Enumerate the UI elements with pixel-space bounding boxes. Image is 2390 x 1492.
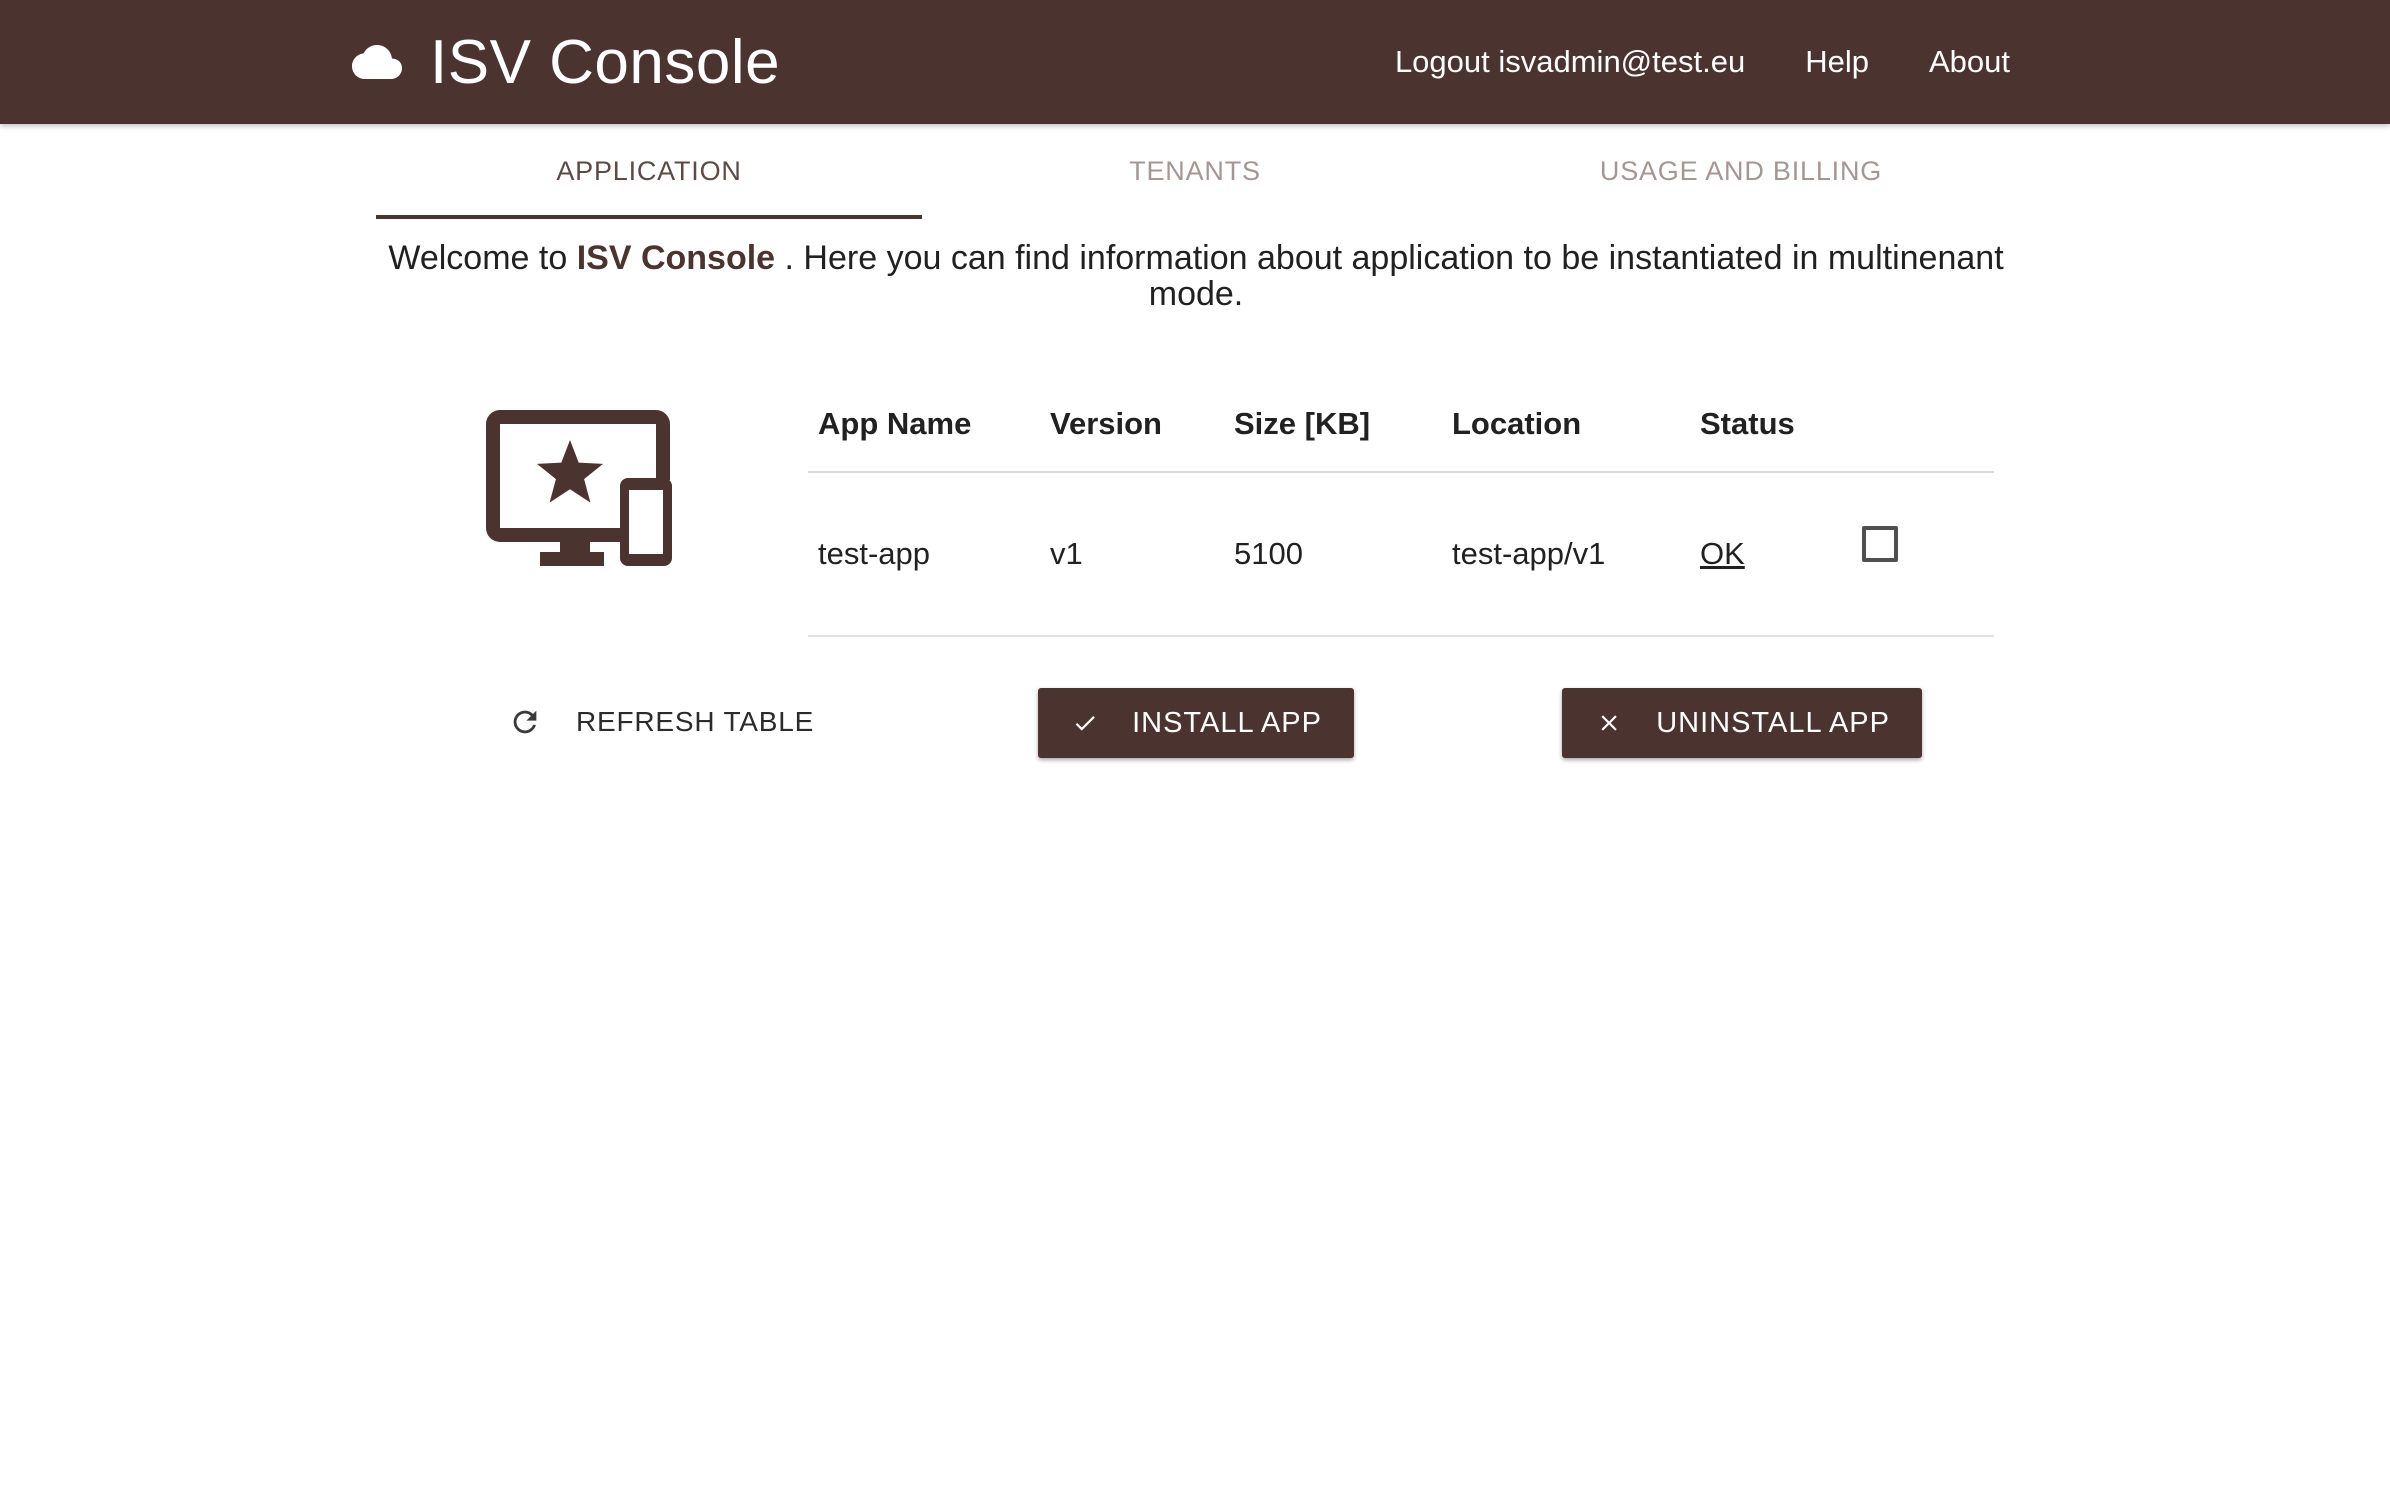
uninstall-app-button[interactable]: UNINSTALL APP <box>1562 688 1922 758</box>
col-version: Version <box>1040 376 1224 473</box>
app-table: App Name Version Size [KB] Location Stat… <box>808 376 1994 637</box>
col-app-name: App Name <box>808 376 1040 473</box>
refresh-label: REFRESH TABLE <box>576 706 815 737</box>
col-status: Status <box>1690 376 1852 473</box>
install-label: INSTALL APP <box>1132 706 1322 739</box>
tab-application[interactable]: APPLICATION <box>376 140 922 220</box>
refresh-icon <box>513 710 537 734</box>
help-link[interactable]: Help <box>1805 44 1869 80</box>
cell-status: OK <box>1690 472 1852 637</box>
cell-location: test-app/v1 <box>1442 472 1690 637</box>
logout-link[interactable]: Logout isvadmin@test.eu <box>1395 44 1745 80</box>
refresh-table-button[interactable]: REFRESH TABLE <box>498 686 824 758</box>
cell-size: 5100 <box>1224 472 1442 637</box>
about-link[interactable]: About <box>1929 44 2010 80</box>
brand: ISV Console <box>350 0 780 124</box>
devices-star-icon <box>486 410 672 566</box>
cell-app-name: test-app <box>808 472 1040 637</box>
col-select <box>1852 376 1994 473</box>
row-select-checkbox[interactable] <box>1862 526 1898 562</box>
uninstall-label: UNINSTALL APP <box>1656 706 1890 739</box>
app-title: ISV Console <box>430 27 781 97</box>
col-location: Location <box>1442 376 1690 473</box>
status-link[interactable]: OK <box>1700 536 1745 571</box>
install-app-button[interactable]: INSTALL APP <box>1038 688 1354 758</box>
app-header: ISV Console Logout isvadmin@test.eu Help… <box>0 0 2390 124</box>
welcome-prefix: Welcome to <box>388 239 568 277</box>
active-tab-indicator <box>376 215 922 219</box>
tab-tenants[interactable]: TENANTS <box>922 140 1468 220</box>
tab-usage-and-billing[interactable]: USAGE AND BILLING <box>1468 140 2014 220</box>
welcome-brand: ISV Console <box>576 239 776 277</box>
header-nav: Logout isvadmin@test.eu Help About <box>1395 0 2010 124</box>
close-icon <box>1601 715 1617 731</box>
welcome-message: Welcome to ISV Console . Here you can fi… <box>376 240 2016 312</box>
col-size: Size [KB] <box>1224 376 1442 473</box>
welcome-suffix: . Here you can find information about ap… <box>784 239 2004 313</box>
cloud-icon <box>352 45 402 79</box>
tab-bar: APPLICATION TENANTS USAGE AND BILLING <box>376 140 2016 220</box>
check-icon <box>1075 716 1095 731</box>
cell-select <box>1852 472 1994 637</box>
table-row: test-app v1 5100 test-app/v1 OK <box>808 472 1994 637</box>
cell-version: v1 <box>1040 472 1224 637</box>
table-header-row: App Name Version Size [KB] Location Stat… <box>808 376 1994 473</box>
